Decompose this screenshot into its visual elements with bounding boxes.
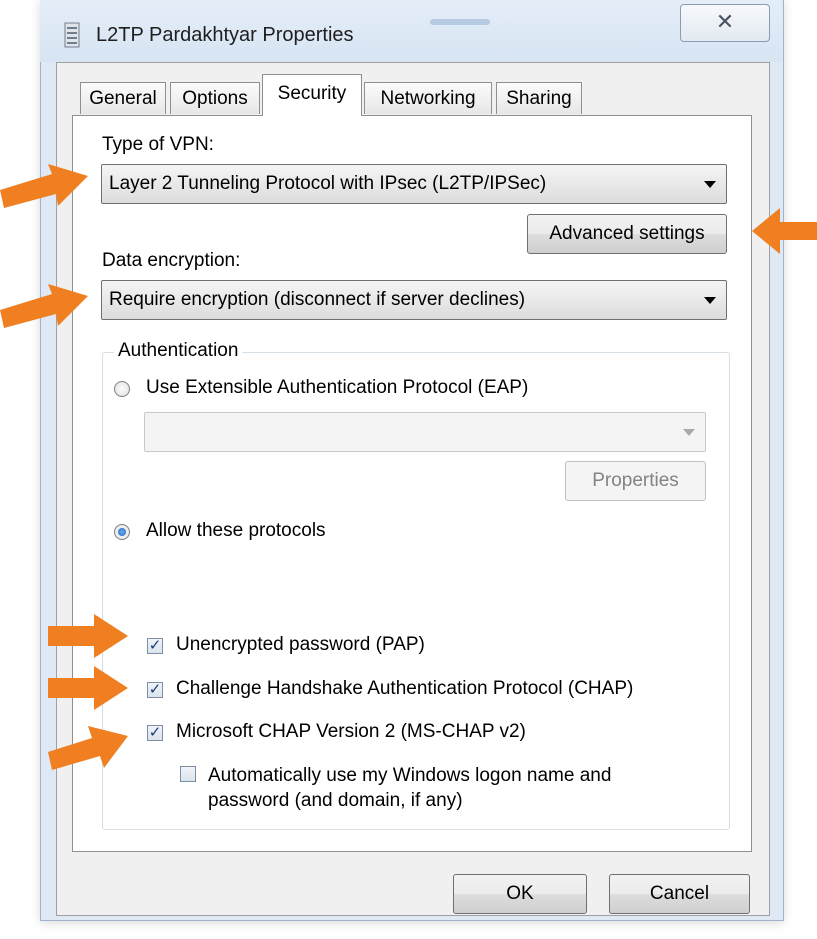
pap-label[interactable]: Unencrypted password (PAP)	[176, 634, 425, 656]
annotation-arrow-icon	[0, 284, 88, 328]
eap-method-dropdown[interactable]	[144, 412, 706, 452]
auto-logon-label-line2: password (and domain, if any)	[208, 790, 463, 811]
chap-label[interactable]: Challenge Handshake Authentication Proto…	[176, 678, 633, 700]
annotation-arrow-icon	[48, 666, 128, 710]
document-icon	[64, 22, 80, 48]
cancel-button[interactable]: Cancel	[609, 874, 750, 914]
tab-general[interactable]: General	[80, 82, 166, 114]
allow-protocols-radio[interactable]	[114, 524, 130, 540]
vpn-type-dropdown[interactable]: Layer 2 Tunneling Protocol with IPsec (L…	[101, 164, 727, 204]
tab-networking[interactable]: Networking	[364, 82, 492, 114]
mschap-v2-label[interactable]: Microsoft CHAP Version 2 (MS-CHAP v2)	[176, 721, 526, 743]
data-encryption-dropdown[interactable]: Require encryption (disconnect if server…	[101, 280, 727, 320]
dropdown-arrow-icon	[704, 297, 716, 304]
ok-button[interactable]: OK	[453, 874, 587, 914]
vpn-type-label: Type of VPN:	[102, 134, 214, 155]
tab-security[interactable]: Security	[262, 74, 362, 116]
dropdown-arrow-icon	[683, 429, 695, 436]
annotation-arrow-icon	[48, 726, 128, 770]
window-title: L2TP Pardakhtyar Properties	[96, 24, 354, 46]
dropdown-arrow-icon	[704, 181, 716, 188]
auto-logon-label-line1: Automatically use my Windows logon name …	[208, 765, 612, 786]
eap-radio-label[interactable]: Use Extensible Authentication Protocol (…	[146, 377, 528, 399]
annotation-arrow-icon	[48, 614, 128, 658]
annotation-arrow-icon	[752, 208, 817, 254]
mschap-v2-checkbox[interactable]: ✓	[147, 725, 163, 741]
annotation-arrow-icon	[0, 164, 88, 208]
eap-radio[interactable]	[114, 381, 130, 397]
eap-properties-button[interactable]: Properties	[565, 461, 706, 501]
tab-options[interactable]: Options	[170, 82, 260, 114]
auto-logon-checkbox[interactable]	[180, 766, 196, 782]
vpn-type-value: Layer 2 Tunneling Protocol with IPsec (L…	[109, 173, 547, 194]
allow-protocols-label[interactable]: Allow these protocols	[146, 520, 326, 542]
auto-logon-label[interactable]: Automatically use my Windows logon name …	[208, 763, 611, 813]
chap-checkbox[interactable]: ✓	[147, 682, 163, 698]
data-encryption-value: Require encryption (disconnect if server…	[109, 289, 526, 310]
close-button[interactable]: ✕	[680, 4, 770, 42]
pap-checkbox[interactable]: ✓	[147, 638, 163, 654]
advanced-settings-button[interactable]: Advanced settings	[527, 214, 727, 254]
tab-sharing[interactable]: Sharing	[496, 82, 582, 114]
authentication-group-title: Authentication	[114, 340, 243, 362]
data-encryption-label: Data encryption:	[102, 250, 241, 271]
blurred-background-text	[430, 19, 490, 25]
